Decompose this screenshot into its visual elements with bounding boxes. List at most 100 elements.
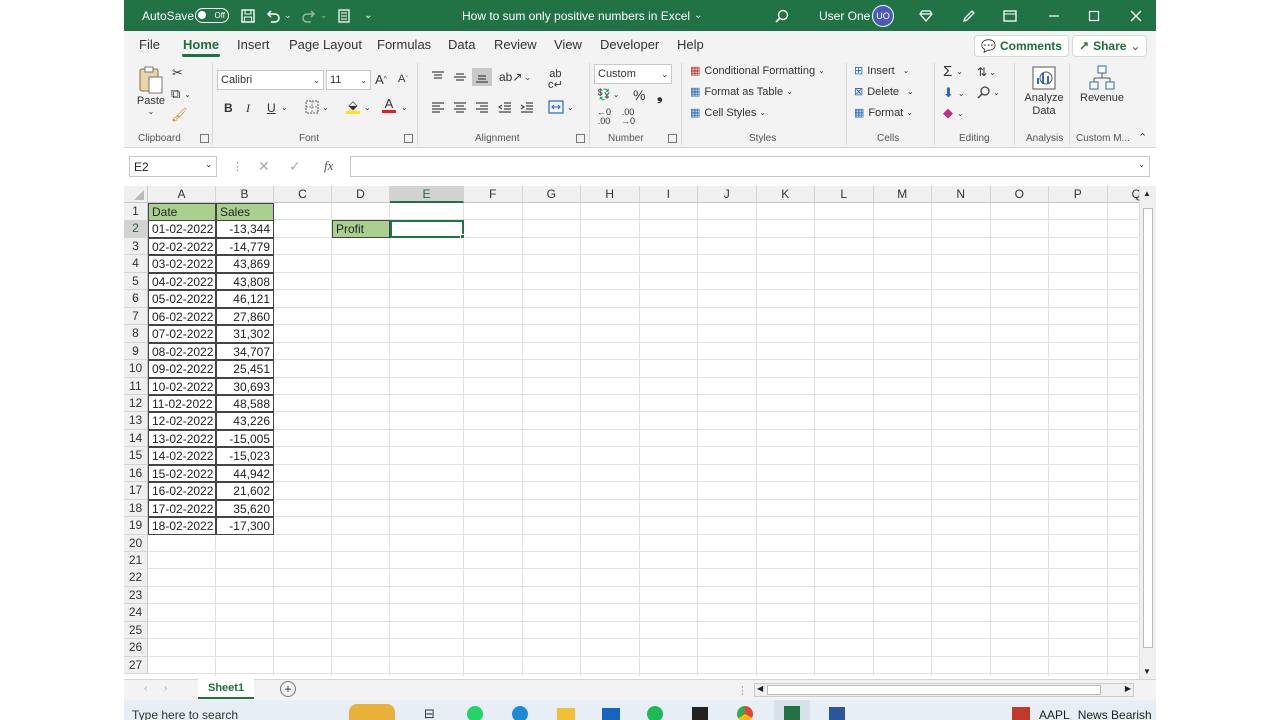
- spotify-icon[interactable]: [647, 706, 663, 720]
- sales-cell[interactable]: 44,942: [216, 464, 274, 483]
- align-left-icon[interactable]: [431, 101, 445, 113]
- tab-insert[interactable]: Insert: [237, 37, 270, 52]
- font-color-icon[interactable]: A: [382, 97, 396, 113]
- file-explorer-icon[interactable]: [557, 708, 575, 720]
- avatar[interactable]: UO: [872, 4, 894, 27]
- insert-function-icon[interactable]: fx: [324, 158, 333, 174]
- date-cell[interactable]: 09-02-2022: [148, 360, 216, 378]
- column-header-m[interactable]: M: [873, 186, 932, 203]
- sales-cell[interactable]: -13,344: [216, 220, 274, 238]
- autosum-icon[interactable]: Σ ⌄: [943, 63, 963, 80]
- maximize-icon[interactable]: [1085, 0, 1103, 31]
- mail-icon[interactable]: [602, 708, 620, 720]
- column-header-p[interactable]: P: [1049, 186, 1108, 203]
- date-cell[interactable]: 14-02-2022: [148, 447, 216, 465]
- diamond-icon[interactable]: [917, 0, 935, 31]
- header-cell-date[interactable]: Date: [148, 203, 216, 221]
- tab-page-layout[interactable]: Page Layout: [289, 37, 362, 52]
- row-header-17[interactable]: 17: [124, 482, 148, 500]
- format-cells-button[interactable]: ▦ Format ⌄: [854, 106, 913, 120]
- date-cell[interactable]: 16-02-2022: [148, 482, 216, 500]
- fill-dropdown-icon[interactable]: ⌄: [364, 103, 371, 112]
- sales-cell[interactable]: 34,707: [216, 342, 274, 361]
- column-header-l[interactable]: L: [815, 186, 874, 203]
- row-header-26[interactable]: 26: [124, 639, 148, 657]
- decrease-font-icon[interactable]: Aˇ: [398, 73, 408, 85]
- row-header-14[interactable]: 14: [124, 429, 148, 448]
- cancel-icon[interactable]: ✕: [258, 158, 270, 175]
- minimize-icon[interactable]: [1045, 0, 1063, 31]
- scroll-up-icon[interactable]: ▲: [1143, 189, 1151, 198]
- sales-cell[interactable]: -15,005: [216, 429, 274, 448]
- orientation-icon[interactable]: ab↗ ⌄: [499, 70, 531, 84]
- column-header-f[interactable]: F: [464, 186, 523, 203]
- word-icon[interactable]: [829, 707, 845, 720]
- row-header-19[interactable]: 19: [124, 517, 148, 535]
- date-cell[interactable]: 11-02-2022: [148, 394, 216, 413]
- column-header-e[interactable]: E: [390, 186, 464, 203]
- worksheet-grid[interactable]: ABCDEFGHIJKLMNOPQ 1 2 3 4 5 6 7 8 9 10 11 12 13 14 15 1…: [124, 186, 1139, 676]
- increase-decimal-icon[interactable]: ←0.00: [597, 108, 611, 126]
- scroll-down-icon[interactable]: ▼: [1143, 667, 1151, 676]
- row-header-3[interactable]: 3: [124, 237, 148, 256]
- sheet-tab-sheet1[interactable]: Sheet1: [198, 679, 255, 699]
- font-color-dropdown-icon[interactable]: ⌄: [401, 103, 408, 112]
- news-ticker[interactable]: AAPL News Bearish: [1039, 708, 1152, 720]
- sales-cell[interactable]: 43,808: [216, 272, 274, 291]
- cut-icon[interactable]: ✂: [172, 65, 183, 81]
- column-header-c[interactable]: C: [274, 186, 332, 203]
- redo-icon[interactable]: [300, 0, 318, 31]
- tab-help[interactable]: Help: [677, 37, 704, 52]
- date-cell[interactable]: 06-02-2022: [148, 307, 216, 326]
- column-header-n[interactable]: N: [932, 186, 991, 203]
- sales-cell[interactable]: -17,300: [216, 517, 274, 535]
- prev-sheet-icon[interactable]: ‹: [144, 683, 147, 694]
- row-header-18[interactable]: 18: [124, 499, 148, 518]
- row-header-24[interactable]: 24: [124, 604, 148, 622]
- tab-file[interactable]: File: [139, 37, 160, 52]
- enter-icon[interactable]: ✓: [289, 158, 301, 175]
- revenue-button[interactable]: Revenue: [1080, 64, 1124, 104]
- row-header-11[interactable]: 11: [124, 377, 148, 395]
- format-painter-icon[interactable]: 🖌: [171, 107, 188, 123]
- form-icon[interactable]: [336, 0, 352, 31]
- copy-icon[interactable]: ⧉ ⌄: [171, 86, 191, 102]
- sales-cell[interactable]: 35,620: [216, 499, 274, 518]
- sales-cell[interactable]: 21,602: [216, 482, 274, 500]
- merge-center-icon[interactable]: ⌄: [548, 100, 574, 114]
- sort-filter-icon[interactable]: ⇅ ⌄: [977, 65, 996, 79]
- chrome-icon[interactable]: [737, 706, 753, 720]
- task-view-icon[interactable]: ⊟: [424, 706, 435, 720]
- align-center-icon[interactable]: [453, 101, 467, 113]
- row-header-27[interactable]: 27: [124, 656, 148, 675]
- middle-align-icon[interactable]: [453, 71, 467, 83]
- comma-icon[interactable]: ❟: [657, 87, 663, 104]
- tab-home[interactable]: Home: [181, 37, 221, 57]
- row-header-12[interactable]: 12: [124, 394, 148, 413]
- date-cell[interactable]: 01-02-2022: [148, 220, 216, 238]
- row-header-13[interactable]: 13: [124, 412, 148, 430]
- scroll-left-icon[interactable]: ◀: [757, 684, 763, 693]
- undo-dropdown-icon[interactable]: ⌄: [284, 0, 292, 31]
- row-header-1[interactable]: 1: [124, 203, 148, 221]
- undo-icon[interactable]: [264, 0, 282, 31]
- sales-cell[interactable]: 48,588: [216, 394, 274, 413]
- column-header-j[interactable]: J: [698, 186, 757, 203]
- user-name[interactable]: User One: [819, 0, 870, 31]
- date-cell[interactable]: 12-02-2022: [148, 412, 216, 430]
- app-icon[interactable]: [692, 707, 708, 720]
- name-box[interactable]: E2 ⌄: [129, 156, 217, 177]
- row-header-10[interactable]: 10: [124, 360, 148, 378]
- taskbar-widget-icon[interactable]: [349, 704, 395, 720]
- increase-indent-icon[interactable]: [520, 101, 534, 113]
- column-header-a[interactable]: A: [148, 186, 216, 203]
- row-header-15[interactable]: 15: [124, 447, 148, 465]
- font-size-select[interactable]: 11 ⌄: [326, 70, 371, 90]
- font-launcher-icon[interactable]: [404, 134, 413, 143]
- date-cell[interactable]: 02-02-2022: [148, 237, 216, 256]
- share-button[interactable]: ↗ Share ⌄: [1072, 35, 1148, 57]
- comments-button[interactable]: 💬 Comments: [974, 35, 1069, 57]
- formula-input[interactable]: ⌄: [350, 156, 1150, 177]
- vertical-scrollbar[interactable]: ▲ ▼: [1139, 186, 1156, 679]
- date-cell[interactable]: 17-02-2022: [148, 499, 216, 518]
